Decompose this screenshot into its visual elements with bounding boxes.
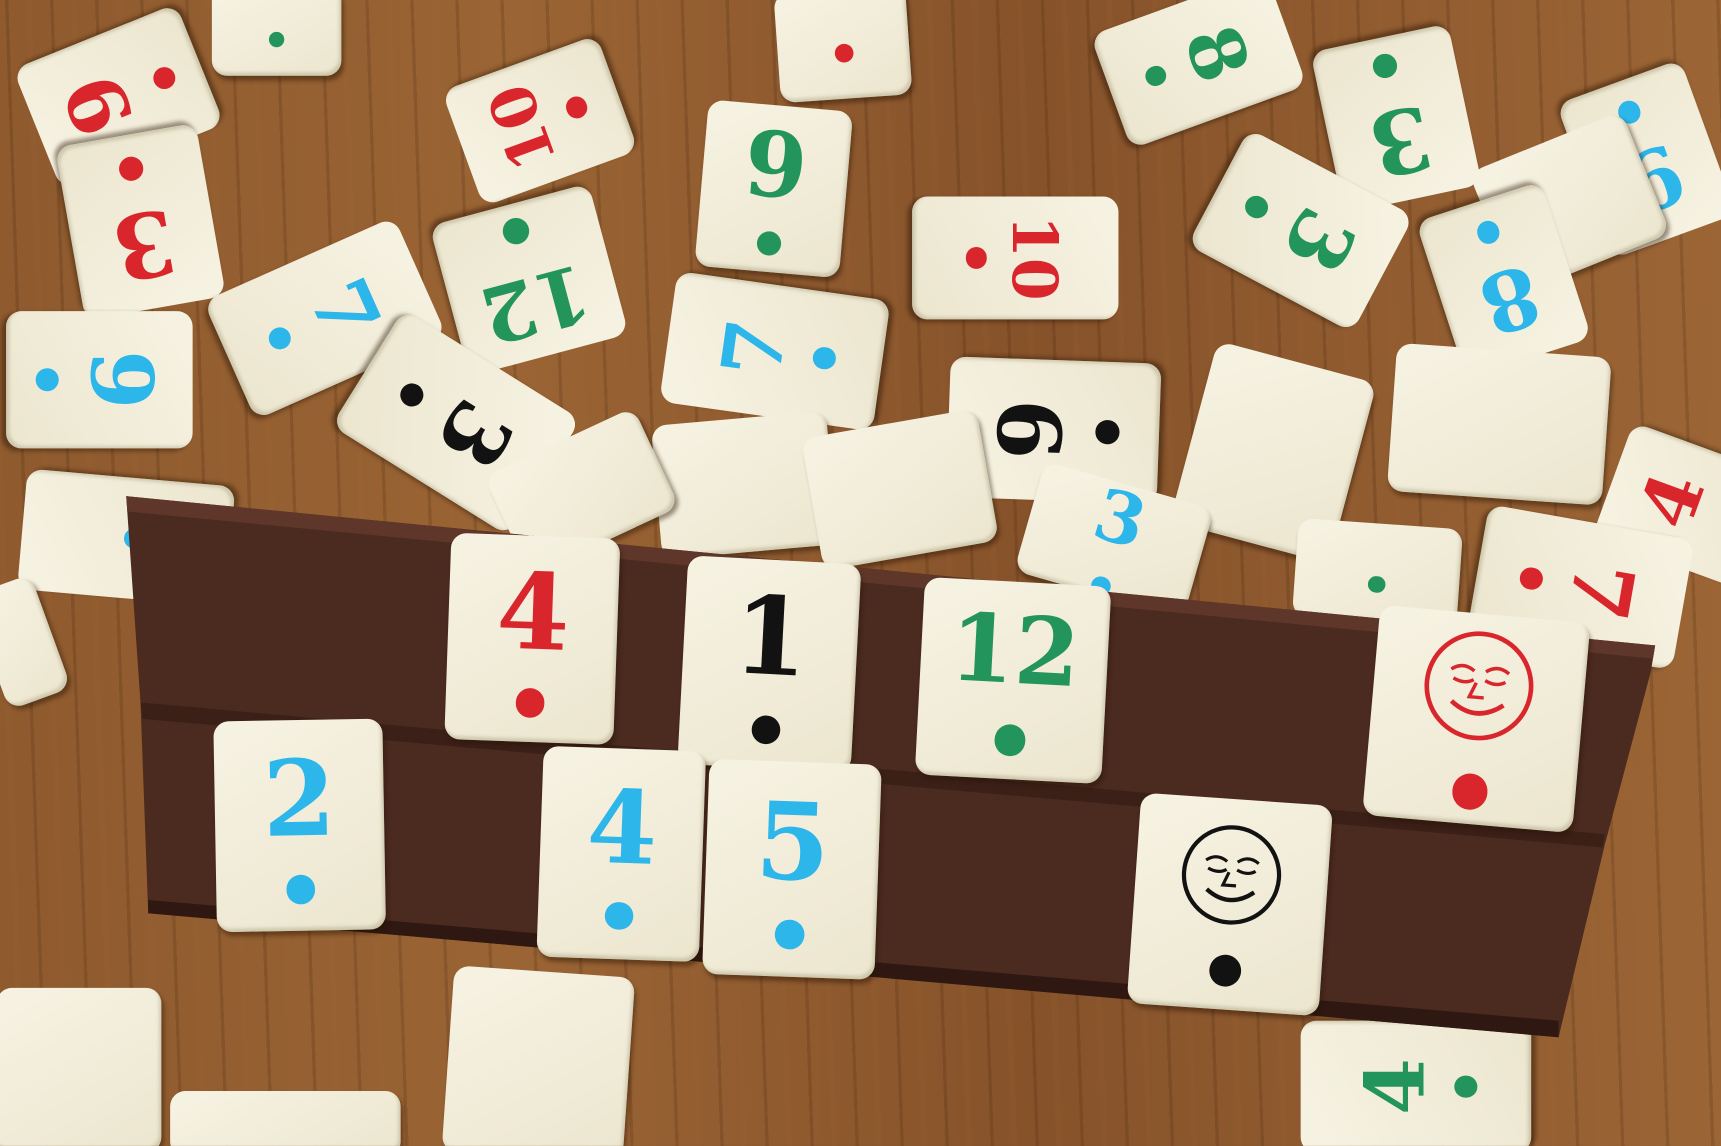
rack-tile[interactable]: [1362, 604, 1591, 834]
tile-dot-icon: [286, 874, 316, 905]
tile-number: 1: [730, 571, 812, 702]
tile-dot-icon: [993, 723, 1027, 757]
tile-number: 4: [494, 549, 572, 676]
tile-dot-icon: [1207, 953, 1243, 988]
tile-dot-icon: [515, 688, 545, 718]
tile-dot-icon: [750, 714, 782, 746]
table-surface: 9 10 8 3 9 3 8 3 9 10 12 7 9 7 3 9 3 4 7 4 4 1 12 2 4 5: [0, 0, 1721, 1146]
rack-tile[interactable]: 4: [444, 532, 621, 745]
tile-number: 12: [946, 592, 1083, 710]
tile-dot-icon: [773, 919, 805, 950]
tile-number: 5: [752, 778, 832, 906]
tile-number: 2: [261, 736, 337, 862]
rack-tile[interactable]: 12: [914, 576, 1112, 785]
joker-face-icon: [1424, 631, 1534, 741]
tile-dot-icon: [604, 901, 634, 930]
rack-tile[interactable]: 5: [701, 758, 882, 980]
rack-tile[interactable]: 4: [536, 745, 707, 963]
joker-face-icon: [1181, 825, 1282, 925]
rack-tile[interactable]: [1126, 792, 1333, 1017]
tile-number: 4: [585, 767, 660, 889]
rack-tile[interactable]: 2: [213, 718, 386, 933]
rack-tile[interactable]: 1: [677, 555, 862, 773]
tile-dot-icon: [1450, 771, 1490, 811]
